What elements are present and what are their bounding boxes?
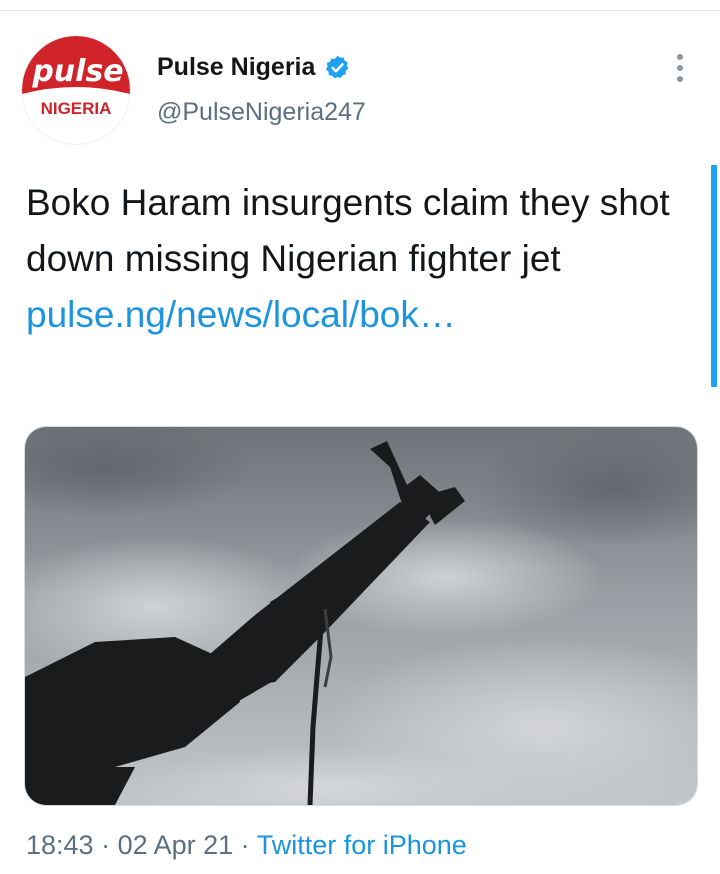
tweet-date[interactable]: 02 Apr 21 [118, 830, 234, 860]
svg-text:pulse: pulse [31, 54, 123, 89]
meta-separator: · [233, 830, 257, 860]
svg-text:NIGERIA: NIGERIA [41, 99, 112, 118]
more-options-icon[interactable] [668, 50, 692, 86]
scrollbar[interactable] [711, 165, 717, 387]
tweet-media-image[interactable] [24, 426, 698, 806]
top-divider [0, 10, 720, 11]
handle[interactable]: @PulseNigeria247 [157, 98, 366, 127]
tweet-body: Boko Haram insurgents claim they shot do… [26, 182, 670, 279]
tweet-text: Boko Haram insurgents claim they shot do… [26, 175, 686, 343]
tweet-meta: 18:43 · 02 Apr 21 · Twitter for iPhone [26, 830, 467, 861]
pulse-nigeria-logo-icon: pulse NIGERIA [22, 36, 130, 144]
tweet-time[interactable]: 18:43 [26, 830, 94, 860]
display-name[interactable]: Pulse Nigeria [157, 53, 315, 82]
tweet-source-link[interactable]: Twitter for iPhone [257, 830, 467, 860]
tweet-link[interactable]: pulse.ng/news/local/bok… [26, 294, 456, 335]
avatar[interactable]: pulse NIGERIA [22, 36, 130, 144]
display-name-row: Pulse Nigeria [157, 50, 351, 84]
meta-separator: · [93, 830, 118, 860]
verified-badge-icon [324, 54, 351, 81]
rifle-silhouette-photo [25, 427, 697, 805]
